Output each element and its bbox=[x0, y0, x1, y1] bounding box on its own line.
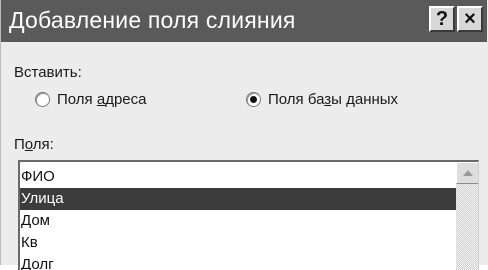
list-item[interactable]: Дом bbox=[20, 210, 456, 232]
database-fields-label: Поля базы данных bbox=[268, 91, 399, 108]
fields-listbox[interactable]: ФИО Улица Дом Кв Долг bbox=[18, 160, 479, 270]
arrow-up-icon bbox=[462, 170, 473, 176]
merge-field-dialog: Добавление поля слияния ? × Вставить: По… bbox=[0, 0, 488, 270]
list-item[interactable]: Кв bbox=[20, 232, 456, 254]
list-item[interactable]: ФИО bbox=[20, 166, 456, 188]
database-fields-radio[interactable]: Поля базы данных bbox=[246, 91, 398, 108]
dialog-title: Добавление поля слияния bbox=[9, 7, 296, 33]
help-icon: ? bbox=[435, 8, 449, 30]
insert-label: Вставить: bbox=[14, 64, 82, 81]
address-fields-radio[interactable]: Поля адреса bbox=[35, 91, 146, 108]
close-button[interactable]: × bbox=[457, 6, 483, 32]
vertical-scrollbar[interactable] bbox=[456, 162, 478, 270]
close-icon: × bbox=[464, 8, 476, 30]
address-fields-label: Поля адреса bbox=[57, 91, 147, 108]
radio-checked-icon[interactable] bbox=[246, 92, 261, 107]
radio-unchecked-icon[interactable] bbox=[35, 92, 50, 107]
fields-list: ФИО Улица Дом Кв Долг bbox=[20, 166, 456, 270]
help-button[interactable]: ? bbox=[429, 6, 455, 32]
title-bar: Добавление поля слияния ? × bbox=[1, 0, 487, 42]
list-item-selected[interactable]: Улица bbox=[20, 188, 456, 210]
list-item[interactable]: Долг bbox=[20, 254, 456, 270]
scroll-up-button[interactable] bbox=[456, 162, 478, 184]
fields-label: Поля: bbox=[14, 136, 54, 153]
